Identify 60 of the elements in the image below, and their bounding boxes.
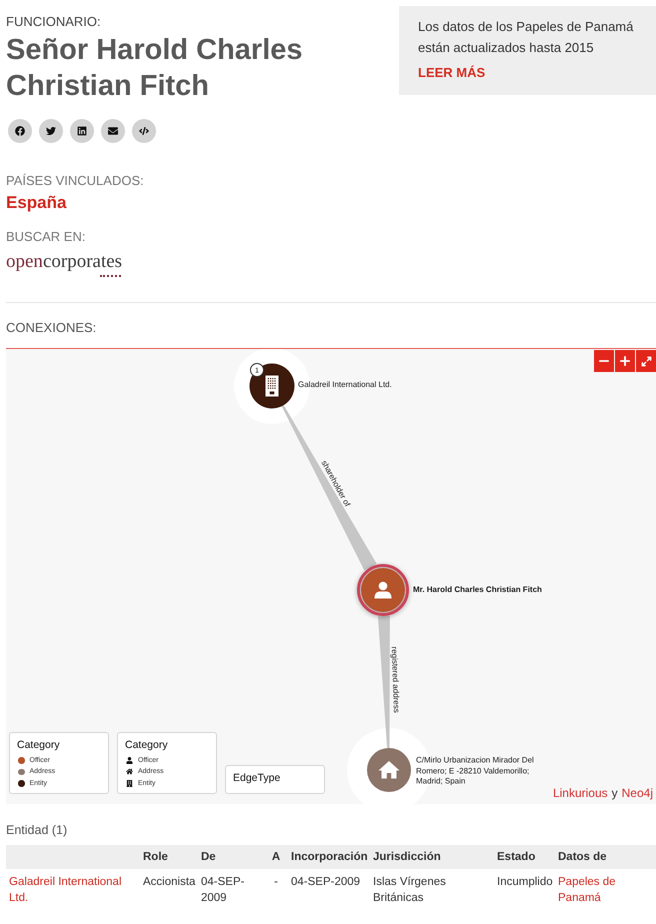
node-label: Galadreil International Ltd. xyxy=(298,380,392,390)
column-header: Estado xyxy=(494,845,555,869)
expand-icon xyxy=(640,356,652,366)
table-cell: Incumplido xyxy=(494,869,555,906)
column-header: De xyxy=(198,845,264,869)
table-title: Entidad (1) xyxy=(6,822,68,838)
table-cell: Accionista xyxy=(140,869,198,906)
field-label: PAÍSES VINCULADOS: xyxy=(6,173,144,189)
fullscreen-button[interactable] xyxy=(636,350,656,372)
address-node[interactable] xyxy=(367,748,411,792)
read-more-link[interactable]: LEER MÁS xyxy=(418,65,486,81)
entity-node[interactable] xyxy=(250,364,294,408)
credit-text: y xyxy=(612,786,618,801)
legend-title: EdgeType xyxy=(233,771,280,785)
building-icon xyxy=(266,376,278,396)
zoom-in-button[interactable] xyxy=(615,350,635,372)
node-label: Mr. Harold Charles Christian Fitch xyxy=(413,584,542,596)
table-link[interactable]: Papeles de Panamá xyxy=(558,874,653,906)
person-icon xyxy=(374,582,392,598)
house-icon xyxy=(378,761,400,778)
envelope-icon xyxy=(108,126,118,136)
table-cell: - xyxy=(264,869,288,906)
linkedin-share-button[interactable] xyxy=(70,119,94,143)
table-cell: 04-SEP-2009 xyxy=(288,869,370,906)
section-label: CONEXIONES: xyxy=(6,320,96,336)
table-cell: Islas Vírgenes Británicas xyxy=(370,869,494,906)
table-cell: 04-SEP-2009 xyxy=(198,869,264,906)
linkedin-icon xyxy=(77,126,87,136)
code-icon xyxy=(139,126,149,136)
legend-title: Category xyxy=(125,738,168,752)
field-label: BUSCAR EN: xyxy=(6,229,86,245)
person-icon xyxy=(126,756,133,764)
twitter-share-button[interactable] xyxy=(39,119,63,143)
notice-text: Los datos de los Papeles de Panamá están actualizados hasta 2015 xyxy=(418,18,634,57)
twitter-icon xyxy=(46,126,56,136)
facebook-icon xyxy=(15,126,25,136)
email-share-button[interactable] xyxy=(101,119,125,143)
column-header: Role xyxy=(140,845,198,869)
column-header: Incorporación xyxy=(288,845,370,869)
column-header: Jurisdicción xyxy=(370,845,494,869)
role-label: FUNCIONARIO: xyxy=(6,14,102,30)
edge-label: registered address xyxy=(390,646,401,713)
credit-link[interactable]: Neo4j xyxy=(622,786,653,801)
node-label: C/Mirlo Urbanizacion Mirador Del Romero; E -28210 Valdemorillo; Madrid; Spain xyxy=(416,755,535,787)
officer-node[interactable] xyxy=(357,564,409,616)
plus-icon xyxy=(618,354,632,368)
embed-share-button[interactable] xyxy=(132,119,156,143)
building-icon xyxy=(126,780,133,787)
opencorporates-logo[interactable]: opencorporates xyxy=(6,250,122,274)
graph-canvas[interactable] xyxy=(6,348,656,804)
column-header: A xyxy=(264,845,288,869)
person-name-title: Señor Harold Charles Christian Fitch xyxy=(6,33,304,104)
column-header: Datos de xyxy=(555,845,656,869)
table-link[interactable]: Galadreil International Ltd. xyxy=(9,874,137,906)
facebook-share-button[interactable] xyxy=(8,119,32,143)
legend-title: Category xyxy=(17,738,60,752)
country-link[interactable]: España xyxy=(6,192,66,214)
zoom-out-button[interactable] xyxy=(594,350,614,372)
credit-link[interactable]: Linkurious xyxy=(552,786,608,801)
house-icon xyxy=(126,768,133,776)
